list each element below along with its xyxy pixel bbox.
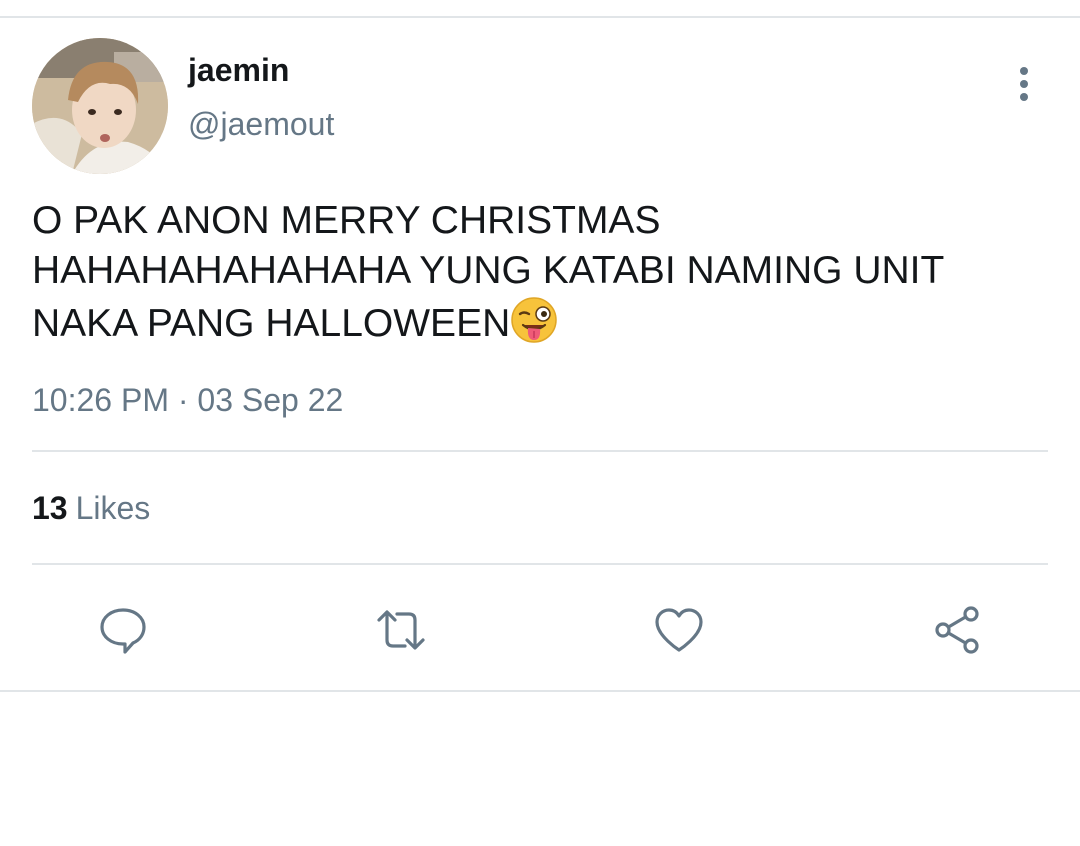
likes-label: Likes <box>75 490 151 526</box>
retweet-icon <box>377 610 425 650</box>
avatar[interactable] <box>32 38 168 174</box>
retweet-button[interactable] <box>373 602 429 658</box>
bottom-divider <box>0 690 1080 692</box>
divider <box>32 563 1048 565</box>
like-button[interactable] <box>651 602 707 658</box>
more-options-button[interactable] <box>1004 62 1044 106</box>
share-icon <box>935 606 979 654</box>
display-name[interactable]: jaemin <box>188 50 289 90</box>
tweet-timestamp[interactable]: 10:26 PM · 03 Sep 22 <box>32 380 343 420</box>
reply-icon <box>100 608 146 654</box>
user-handle[interactable]: @jaemout <box>188 104 334 144</box>
more-dot-icon <box>1020 67 1028 75</box>
tweet-text: O PAK ANON MERRY CHRISTMAS HAHAHAHAHAHAH… <box>32 196 1042 349</box>
likes-stat[interactable]: 13 Likes <box>32 488 150 528</box>
tweet-text-content: O PAK ANON MERRY CHRISTMAS HAHAHAHAHAHAH… <box>32 199 945 345</box>
reply-button[interactable] <box>95 602 151 658</box>
likes-count: 13 <box>32 490 68 526</box>
share-button[interactable] <box>929 602 985 658</box>
tweet-detail: jaemin @jaemout O PAK ANON MERRY CHRISTM… <box>0 18 1080 692</box>
like-icon <box>655 608 703 652</box>
winking-face-with-tongue-icon <box>511 297 557 343</box>
more-dot-icon <box>1020 93 1028 101</box>
avatar-image <box>32 38 168 174</box>
more-dot-icon <box>1020 80 1028 88</box>
divider <box>32 450 1048 452</box>
